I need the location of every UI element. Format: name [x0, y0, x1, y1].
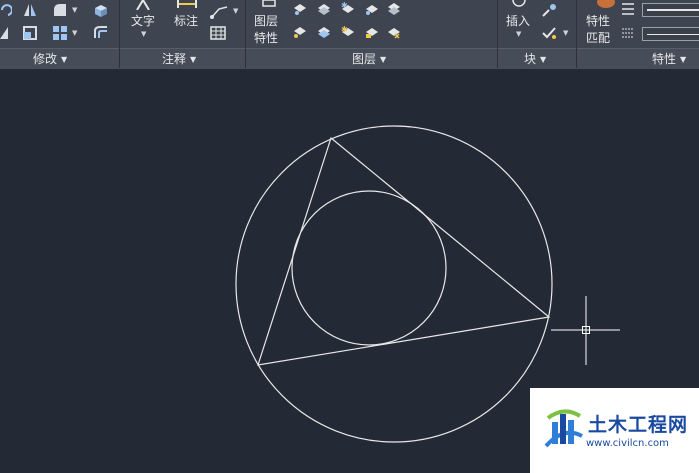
rotate-icon[interactable]: [0, 2, 12, 18]
panel-expand-icon: ▼: [61, 55, 68, 64]
panel-title-block-label: 块: [524, 52, 537, 66]
layer-tool-icon[interactable]: [316, 2, 332, 16]
layer-tool-icon[interactable]: [364, 2, 380, 16]
layer-tool-icon[interactable]: ✱: [340, 25, 356, 39]
layer-tool-icon[interactable]: [364, 25, 380, 39]
layer-properties-label-line1[interactable]: 图层: [254, 12, 278, 29]
panel-title-block[interactable]: 块 ▼: [524, 50, 546, 67]
separator: [576, 0, 577, 68]
panel-expand-icon: ▼: [190, 55, 197, 64]
match-properties-label-line1[interactable]: 特性: [586, 12, 610, 29]
layer-tool-icon[interactable]: [292, 25, 308, 39]
outer-circle[interactable]: [235, 125, 553, 443]
panel-title-modify-label: 修改: [33, 52, 58, 66]
dimension-icon: [177, 0, 197, 8]
crosshair-cursor: [551, 296, 620, 365]
3d-box-icon[interactable]: [92, 2, 110, 18]
watermark-logo-icon: [544, 409, 583, 448]
svg-text:✱: ✱: [341, 2, 348, 10]
separator: [497, 0, 498, 68]
match-properties-label-line2[interactable]: 匹配: [586, 29, 610, 46]
linetype-dropdown[interactable]: [642, 27, 699, 41]
panel-title-annotation[interactable]: 注释 ▼: [162, 50, 196, 67]
separator: [245, 0, 246, 68]
panel-expand-icon: ▼: [680, 55, 687, 64]
dimension-button-label[interactable]: 标注: [174, 12, 198, 29]
lineweight-dropdown[interactable]: [642, 3, 699, 17]
svg-text:✱: ✱: [341, 25, 348, 34]
create-block-icon[interactable]: [541, 2, 559, 18]
layer-tool-icon[interactable]: [386, 25, 402, 39]
text-dropdown-icon[interactable]: ▼: [141, 30, 146, 38]
leader-dropdown-icon[interactable]: ▼: [233, 7, 238, 15]
offset-icon[interactable]: [92, 25, 110, 41]
scale-icon[interactable]: [0, 25, 10, 41]
insert-icon: [512, 0, 526, 7]
leader-icon[interactable]: [209, 3, 231, 19]
table-icon[interactable]: [210, 26, 226, 40]
stretch-icon[interactable]: [22, 25, 38, 41]
array-dropdown-icon[interactable]: ▼: [72, 29, 77, 37]
panel-expand-icon: ▼: [540, 55, 547, 64]
panel-title-layers-label: 图层: [352, 52, 377, 66]
panel-title-properties-label: 特性: [652, 52, 677, 66]
separator: [119, 0, 120, 68]
panel-title-properties[interactable]: 特性 ▼: [652, 50, 686, 67]
fillet-icon[interactable]: [52, 2, 68, 18]
panel-expand-icon: ▼: [380, 55, 387, 64]
layer-tool-icon[interactable]: [386, 2, 402, 16]
layer-tool-icon[interactable]: [316, 25, 332, 39]
layer-tool-icon[interactable]: [292, 2, 308, 16]
layer-properties-label-line2[interactable]: 特性: [254, 29, 278, 46]
insert-dropdown-icon[interactable]: ▼: [516, 30, 521, 38]
panel-title-modify[interactable]: 修改 ▼: [33, 50, 67, 67]
panel-title-annotation-label: 注释: [162, 52, 187, 66]
layer-properties-icon: [262, 0, 276, 7]
watermark-url: www.civilcn.com: [586, 438, 669, 449]
text-icon: [136, 0, 150, 10]
layer-tool-icon[interactable]: ✱: [340, 2, 356, 16]
edit-block-icon[interactable]: [541, 25, 559, 41]
watermark-site-name: 土木工程网: [588, 414, 689, 436]
lineweight-icon[interactable]: [620, 0, 636, 44]
ribbon-panel-bar: [0, 48, 699, 69]
ribbon: ▼ ▼ 文字 ▼ 标注 ▼ 图层 特性 ✱ ✱ 插入 ▼ ▼ 特性 匹配 修改 ▼…: [0, 0, 699, 69]
edit-block-dropdown-icon[interactable]: ▼: [563, 29, 568, 37]
mirror-icon[interactable]: [22, 2, 38, 18]
text-button-label[interactable]: 文字: [131, 12, 155, 29]
panel-title-layers[interactable]: 图层 ▼: [352, 50, 386, 67]
insert-button-label[interactable]: 插入: [506, 12, 530, 29]
array-icon[interactable]: [52, 25, 68, 41]
fillet-dropdown-icon[interactable]: ▼: [72, 6, 77, 14]
watermark: 土木工程网 www.civilcn.com: [530, 388, 699, 473]
match-properties-icon: [597, 0, 615, 8]
